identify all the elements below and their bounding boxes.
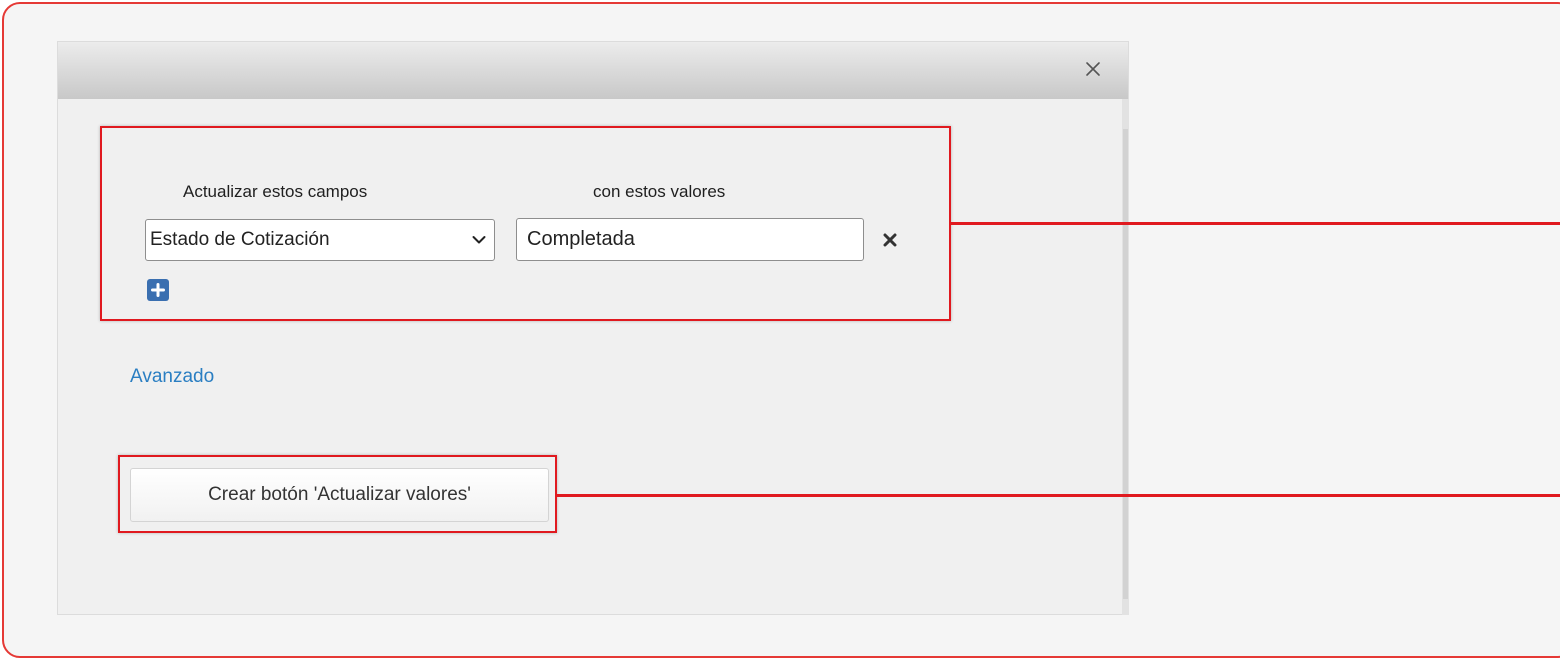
scrollbar-thumb[interactable] <box>1123 129 1128 599</box>
dialog-scrollbar[interactable] <box>1122 99 1129 615</box>
close-button[interactable] <box>1078 54 1108 84</box>
dialog-header <box>58 42 1128 99</box>
button-connector-line <box>557 494 1560 497</box>
close-icon <box>1086 62 1100 76</box>
fields-connector-line <box>951 222 1560 225</box>
button-highlight-box <box>118 455 557 533</box>
fields-highlight-box <box>100 126 951 321</box>
advanced-link[interactable]: Avanzado <box>130 366 214 388</box>
